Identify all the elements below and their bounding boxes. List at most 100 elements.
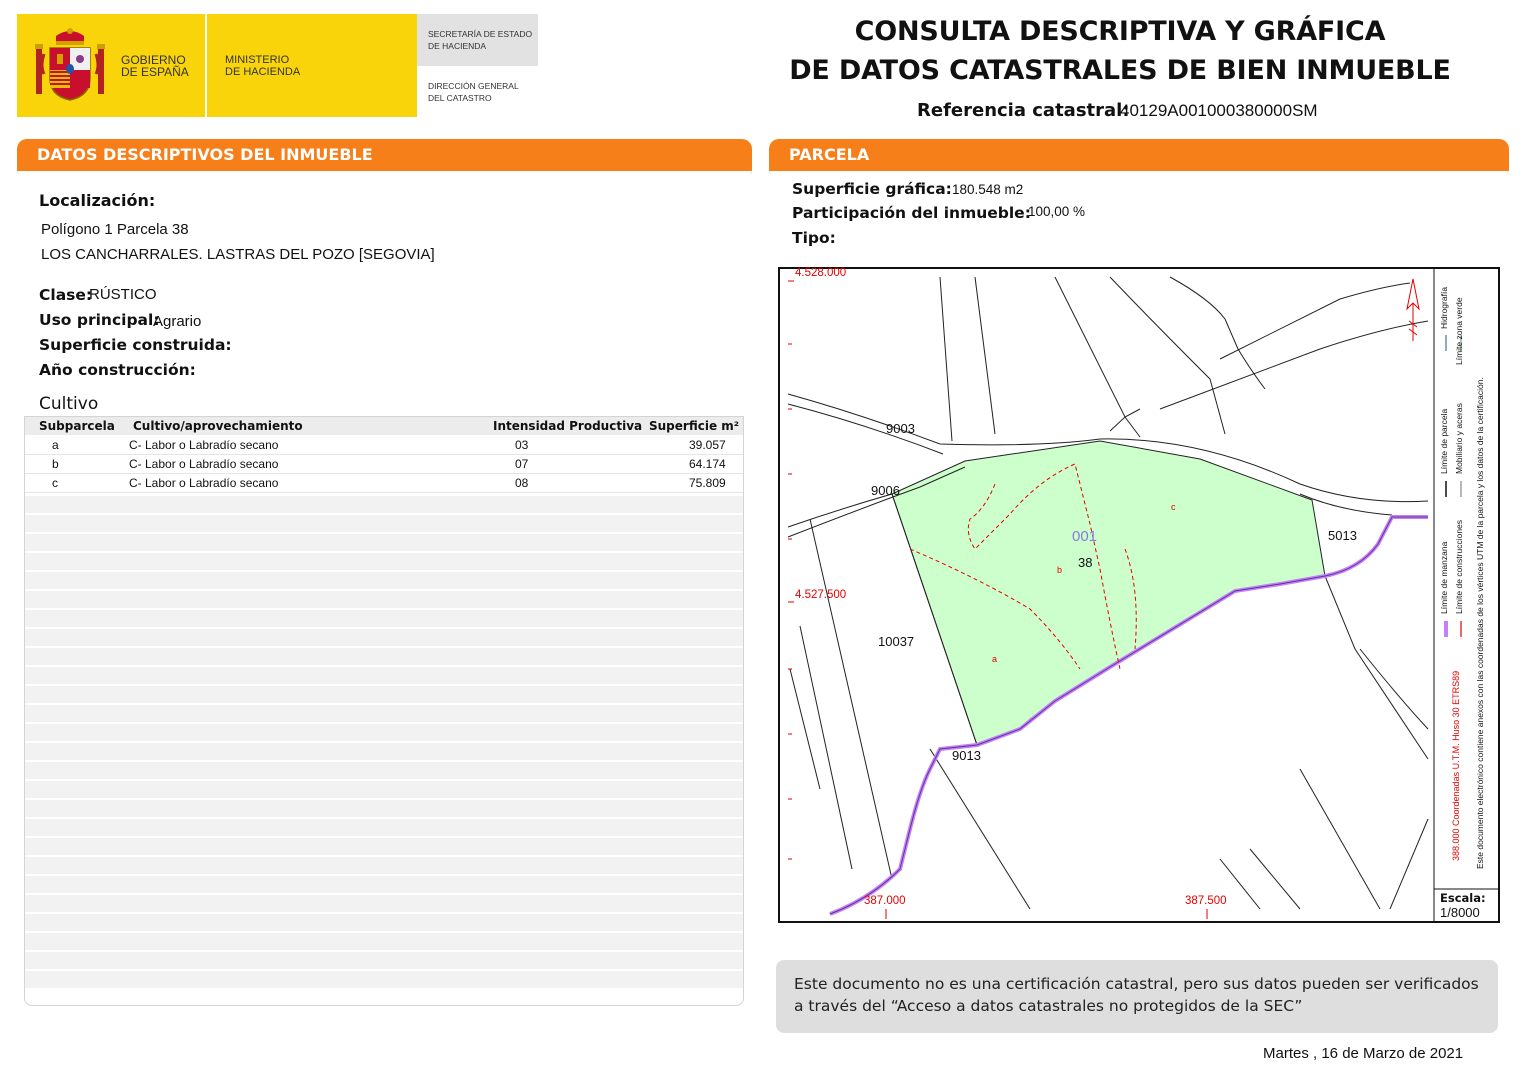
- subparcela-c-label: c: [1171, 502, 1176, 512]
- referencia-value: 40129A001000380000SM: [1120, 101, 1318, 120]
- superficie-grafica-value: 180.548 m2: [952, 182, 1024, 197]
- legend-zona-verde: Límite zona verde: [1454, 297, 1464, 365]
- tipo-label: Tipo:: [792, 229, 836, 247]
- table-empty-row: [25, 515, 743, 532]
- table-empty-row: [25, 496, 743, 513]
- secretaria-line-1: SECRETARÍA DE ESTADO: [428, 29, 533, 39]
- legend-hidrografia: Hidrografía: [1439, 286, 1449, 329]
- table-empty-row: [25, 971, 743, 988]
- localizacion-line-2: LOS CANCHARRALES. LASTRAS DEL POZO [SEGO…: [41, 246, 435, 263]
- table-empty-row: [25, 914, 743, 931]
- table-empty-row: [25, 534, 743, 551]
- localizacion-line-1: Polígono 1 Parcela 38: [41, 221, 189, 238]
- table-empty-row: [25, 686, 743, 703]
- cell-subparcela: a: [52, 438, 59, 452]
- clase-label: Clase:: [39, 286, 93, 304]
- table-row: a C- Labor o Labradío secano 03 39.057: [25, 436, 743, 455]
- table-empty-row: [25, 895, 743, 912]
- cell-superficie: 75.809: [689, 476, 726, 490]
- cell-intensidad: 08: [515, 476, 529, 490]
- cell-intensidad: 03: [515, 438, 529, 452]
- cell-cultivo: C- Labor o Labradío secano: [129, 457, 279, 471]
- cell-cultivo: C- Labor o Labradío secano: [129, 438, 279, 452]
- table-empty-row: [25, 933, 743, 950]
- cultivo-title: Cultivo: [39, 394, 99, 414]
- document-date: Martes , 16 de Marzo de 2021: [1263, 1045, 1464, 1062]
- subparcela-b-label: b: [1057, 565, 1063, 575]
- table-empty-row: [25, 781, 743, 798]
- col-header-intensidad: Intensidad Productiva: [493, 419, 643, 433]
- table-empty-row: [25, 857, 743, 874]
- table-empty-row: [25, 705, 743, 722]
- verification-note-text: Este documento no es una certificación c…: [794, 975, 1479, 1015]
- table-empty-row: [25, 762, 743, 779]
- cell-subparcela: c: [52, 476, 58, 490]
- table-empty-row: [25, 572, 743, 589]
- clase-value: RÚSTICO: [89, 286, 157, 303]
- subparcela-a-label: a: [992, 654, 998, 664]
- table-empty-row: [25, 648, 743, 665]
- parcela-section-header: PARCELA: [769, 139, 1509, 171]
- uso-value: Agrario: [153, 313, 202, 330]
- escala-value: 1/8000: [1440, 905, 1480, 920]
- cultivo-table: Subparcela Cultivo/aprovechamiento Inten…: [24, 416, 744, 1006]
- label-38: 38: [1078, 555, 1093, 570]
- table-empty-row: [25, 800, 743, 817]
- coord-top: 4.528.000: [795, 267, 847, 279]
- coord-x2: 387.500: [1185, 895, 1227, 907]
- page-title-line-2: DE DATOS CATASTRALES DE BIEN INMUEBLE: [789, 55, 1451, 86]
- col-header-cultivo: Cultivo/aprovechamiento: [133, 419, 303, 433]
- uso-label: Uso principal:: [39, 311, 160, 329]
- participacion-label: Participación del inmueble:: [792, 204, 1031, 222]
- legend-coordenadas: 388.000 Coordenadas U.T.M. Huso 30 ETRS8…: [1451, 670, 1461, 861]
- gobierno-line-2: DE ESPAÑA: [121, 65, 189, 79]
- table-empty-row: [25, 667, 743, 684]
- cell-superficie: 64.174: [689, 457, 726, 471]
- descriptivos-section-frame: [17, 171, 752, 174]
- secretaria-line-2: DE HACIENDA: [428, 41, 487, 51]
- map-drawing: [787, 269, 1498, 921]
- parcel-38-polygon: [891, 440, 1326, 746]
- parcela-section-frame: [769, 171, 1509, 174]
- direccion-line-2: DEL CATASTRO: [428, 93, 492, 103]
- table-empty-row: [25, 553, 743, 570]
- ministerio-line-2: DE HACIENDA: [225, 66, 301, 78]
- superficie-grafica-label: Superficie gráfica:: [792, 180, 952, 198]
- col-header-superficie: Superficie m²: [649, 419, 740, 433]
- legend-documento-note: Este documento electrónico contiene anex…: [1475, 377, 1485, 869]
- ministerio-line-1: MINISTERIO: [225, 54, 290, 66]
- verification-note-box: Este documento no es una certificación c…: [776, 960, 1498, 1033]
- table-empty-row: [25, 743, 743, 760]
- localizacion-label: Localización:: [39, 191, 156, 210]
- table-row: b C- Labor o Labradío secano 07 64.174: [25, 455, 743, 474]
- col-header-subparcela: Subparcela: [39, 419, 115, 433]
- cell-intensidad: 07: [515, 457, 529, 471]
- table-empty-row: [25, 876, 743, 893]
- participacion-value: 100,00 %: [1028, 204, 1086, 219]
- cell-superficie: 39.057: [689, 438, 726, 452]
- table-empty-row: [25, 724, 743, 741]
- table-empty-row: [25, 629, 743, 646]
- referencia-label: Referencia catastral:: [917, 100, 1130, 121]
- logo-secretaria-background: [417, 14, 538, 66]
- direccion-line-1: DIRECCIÓN GENERAL: [428, 81, 519, 91]
- north-arrow-icon: [1406, 278, 1420, 341]
- label-5013: 5013: [1328, 528, 1357, 543]
- superficie-construida-label: Superficie construida:: [39, 336, 232, 354]
- cell-cultivo: C- Labor o Labradío secano: [129, 476, 279, 490]
- table-empty-row: [25, 819, 743, 836]
- cell-subparcela: b: [52, 457, 59, 471]
- label-10037: 10037: [878, 634, 915, 649]
- table-empty-row: [25, 610, 743, 627]
- coord-x1: 387.000: [864, 895, 906, 907]
- label-9006: 9006: [871, 483, 900, 498]
- coord-mid: 4.527.500: [795, 589, 847, 601]
- parcel-map[interactable]: 4.528.000 4.527.500 387.000 387.500 9003…: [778, 267, 1500, 923]
- coat-of-arms-icon: [35, 28, 105, 101]
- logo-divider: [205, 14, 207, 117]
- escala-label: Escala:: [1440, 891, 1486, 905]
- table-empty-row: [25, 952, 743, 969]
- label-9003: 9003: [886, 421, 915, 436]
- table-empty-row: [25, 838, 743, 855]
- anio-construccion-label: Año construcción:: [39, 361, 196, 379]
